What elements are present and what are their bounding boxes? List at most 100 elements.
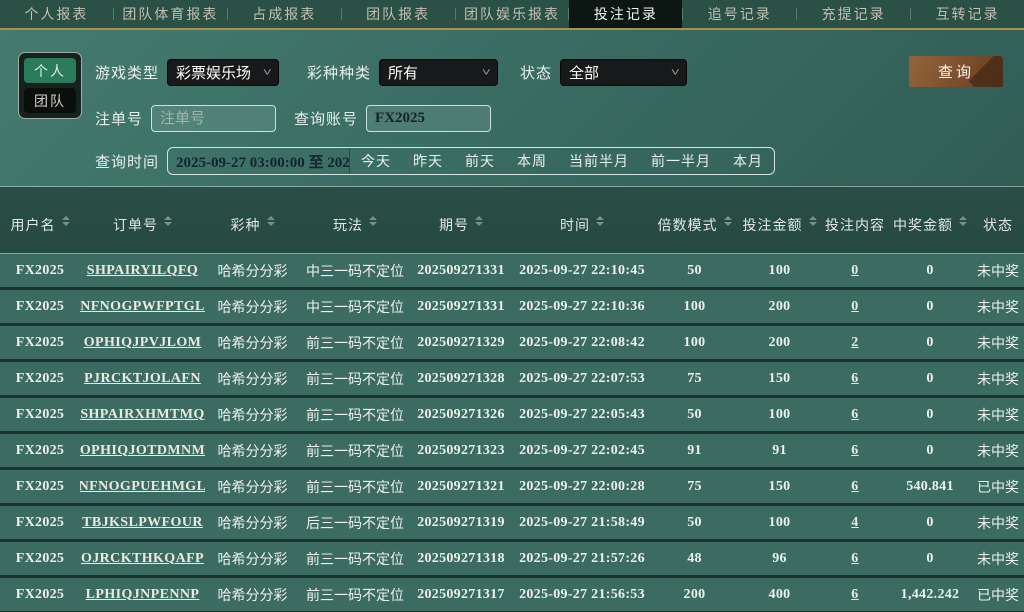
account-input[interactable] — [366, 105, 491, 132]
table-row: FX2025OPHIQJPVJLOM哈希分分彩前三一码不定位2025092713… — [0, 326, 1024, 362]
column-header[interactable]: 中奖金额 — [888, 215, 972, 235]
cell-issue: 202509271323 — [410, 443, 512, 459]
order-id-link[interactable]: PJRCKTJOLAFN — [84, 371, 201, 387]
nav-tab-9[interactable]: 互转记录 — [911, 0, 1024, 28]
order-id-link[interactable]: TBJKSLPWFOUR — [82, 515, 203, 531]
column-header-label: 投注金额 — [743, 215, 803, 235]
search-button[interactable]: 查询 — [909, 56, 1003, 87]
cell-bet-content: 4 — [822, 515, 888, 531]
order-id-link[interactable]: SHPAIRYILQFQ — [87, 263, 198, 279]
sort-icon — [959, 216, 967, 226]
quick-range-button[interactable]: 昨天 — [402, 151, 454, 171]
order-id-link[interactable]: OJRCKTHKQAFP — [81, 551, 204, 567]
order-id-link[interactable]: OPHIQJPVJLOM — [84, 335, 202, 351]
cell-bet-amount: 200 — [737, 299, 822, 315]
nav-tab-7[interactable]: 追号记录 — [683, 0, 796, 28]
bet-content-link[interactable]: 0 — [851, 263, 858, 279]
cell-bet-content: 2 — [822, 335, 888, 351]
quick-range-button[interactable]: 本周 — [506, 151, 558, 171]
sort-icon — [596, 216, 604, 226]
cell-issue: 202509271326 — [410, 407, 512, 423]
column-header-label: 状态 — [983, 215, 1013, 235]
nav-tab-8[interactable]: 充提记录 — [797, 0, 910, 28]
bet-content-link[interactable]: 6 — [851, 443, 858, 459]
bet-content-link[interactable]: 6 — [851, 479, 858, 495]
nav-tab-6[interactable]: 投注记录 — [569, 0, 682, 28]
quick-range-button[interactable]: 前天 — [454, 151, 506, 171]
chevron-down-icon: ˅ — [262, 67, 271, 79]
order-id-link[interactable]: NFNOGPUEHMGL — [80, 479, 205, 495]
table-row: FX2025TBJKSLPWFOUR哈希分分彩后三一码不定位2025092713… — [0, 506, 1024, 542]
bet-content-link[interactable]: 6 — [851, 551, 858, 567]
order-id-link[interactable]: LPHIQJNPENNP — [86, 587, 200, 603]
cell-issue: 202509271317 — [410, 587, 512, 603]
cell-bet-content: 0 — [822, 263, 888, 279]
column-header[interactable]: 倍数模式 — [652, 215, 737, 235]
nav-tab-2[interactable]: 团队体育报表 — [114, 0, 227, 28]
cell-user: FX2025 — [0, 263, 80, 279]
table-row: FX2025SHPAIRYILQFQ哈希分分彩中三一码不定位2025092713… — [0, 254, 1024, 290]
column-header[interactable]: 用户名 — [0, 215, 80, 235]
cell-win-amount: 0 — [888, 263, 972, 279]
cell-time: 2025-09-27 21:56:53 — [512, 587, 652, 603]
bet-content-link[interactable]: 6 — [851, 587, 858, 603]
cell-bet-content: 6 — [822, 551, 888, 567]
column-header[interactable]: 时间 — [512, 215, 652, 235]
column-header[interactable]: 彩种 — [205, 215, 300, 235]
game-type-select[interactable]: 彩票娱乐场 ˅ — [167, 59, 279, 86]
cell-win-amount: 0 — [888, 515, 972, 531]
cell-play: 前三一码不定位 — [300, 441, 410, 461]
cell-order-id: OJRCKTHKQAFP — [80, 551, 205, 567]
cell-order-id: LPHIQJNPENNP — [80, 587, 205, 603]
column-header[interactable]: 订单号 — [80, 215, 205, 235]
column-header: 状态 — [972, 215, 1024, 235]
cell-lottery: 哈希分分彩 — [205, 405, 300, 425]
cell-time: 2025-09-27 22:08:42 — [512, 335, 652, 351]
nav-tab-5[interactable]: 团队娱乐报表 — [456, 0, 569, 28]
scope-team-button[interactable]: 团队 — [24, 88, 76, 113]
column-header[interactable]: 玩法 — [300, 215, 410, 235]
table-header: 用户名订单号彩种 玩法 期号时间倍数模式投注金额投注内容中奖金额状态 — [0, 187, 1024, 254]
lottery-kind-label: 彩种种类 — [307, 62, 371, 83]
bet-content-link[interactable]: 6 — [851, 371, 858, 387]
order-id-link[interactable]: SHPAIRXHMTMQ — [80, 407, 204, 423]
cell-multiple: 100 — [652, 299, 737, 315]
nav-tab-1[interactable]: 个人报表 — [0, 0, 113, 28]
quick-range-button[interactable]: 当前半月 — [558, 151, 640, 171]
cell-time: 2025-09-27 22:10:45 — [512, 263, 652, 279]
game-type-label: 游戏类型 — [95, 62, 159, 83]
order-id-link[interactable]: OPHIQJOTDMNM — [80, 443, 205, 459]
time-range-input[interactable]: 2025-09-27 03:00:00 至 2025-09-28 03:00:0… — [168, 148, 350, 174]
cell-multiple: 200 — [652, 587, 737, 603]
quick-range-button[interactable]: 本月 — [722, 151, 774, 171]
order-id-link[interactable]: NFNOGPWFPTGL — [80, 299, 205, 315]
bet-content-link[interactable]: 6 — [851, 407, 858, 423]
order-no-input[interactable] — [151, 105, 276, 132]
lottery-kind-select[interactable]: 所有 ˅ — [379, 59, 498, 86]
quick-range-button[interactable]: 前一半月 — [640, 151, 722, 171]
bet-content-link[interactable]: 4 — [851, 515, 858, 531]
bet-content-link[interactable]: 0 — [851, 299, 858, 315]
cell-order-id: SHPAIRYILQFQ — [80, 263, 205, 279]
cell-win-amount: 0 — [888, 407, 972, 423]
column-header[interactable]: 投注金额 — [737, 215, 822, 235]
sort-icon — [62, 216, 70, 226]
cell-play: 前三一码不定位 — [300, 549, 410, 569]
cell-win-amount: 0 — [888, 551, 972, 567]
column-header[interactable]: 期号 — [410, 215, 512, 235]
status-select[interactable]: 全部 ˅ — [560, 59, 687, 86]
nav-tab-4[interactable]: 团队报表 — [342, 0, 455, 28]
column-header: 投注内容 — [822, 215, 888, 235]
cell-bet-amount: 150 — [737, 371, 822, 387]
cell-status: 未中奖 — [972, 405, 1024, 425]
cell-play: 前三一码不定位 — [300, 585, 410, 605]
table-row: FX2025OJRCKTHKQAFP哈希分分彩前三一码不定位2025092713… — [0, 542, 1024, 578]
scope-personal-button[interactable]: 个人 — [24, 58, 76, 83]
cell-user: FX2025 — [0, 479, 80, 495]
cell-issue: 202509271331 — [410, 299, 512, 315]
column-header-label: 玩法 — [333, 215, 363, 235]
quick-range-button[interactable]: 今天 — [350, 151, 402, 171]
nav-tab-3[interactable]: 占成报表 — [228, 0, 341, 28]
cell-issue: 202509271328 — [410, 371, 512, 387]
bet-content-link[interactable]: 2 — [851, 335, 858, 351]
